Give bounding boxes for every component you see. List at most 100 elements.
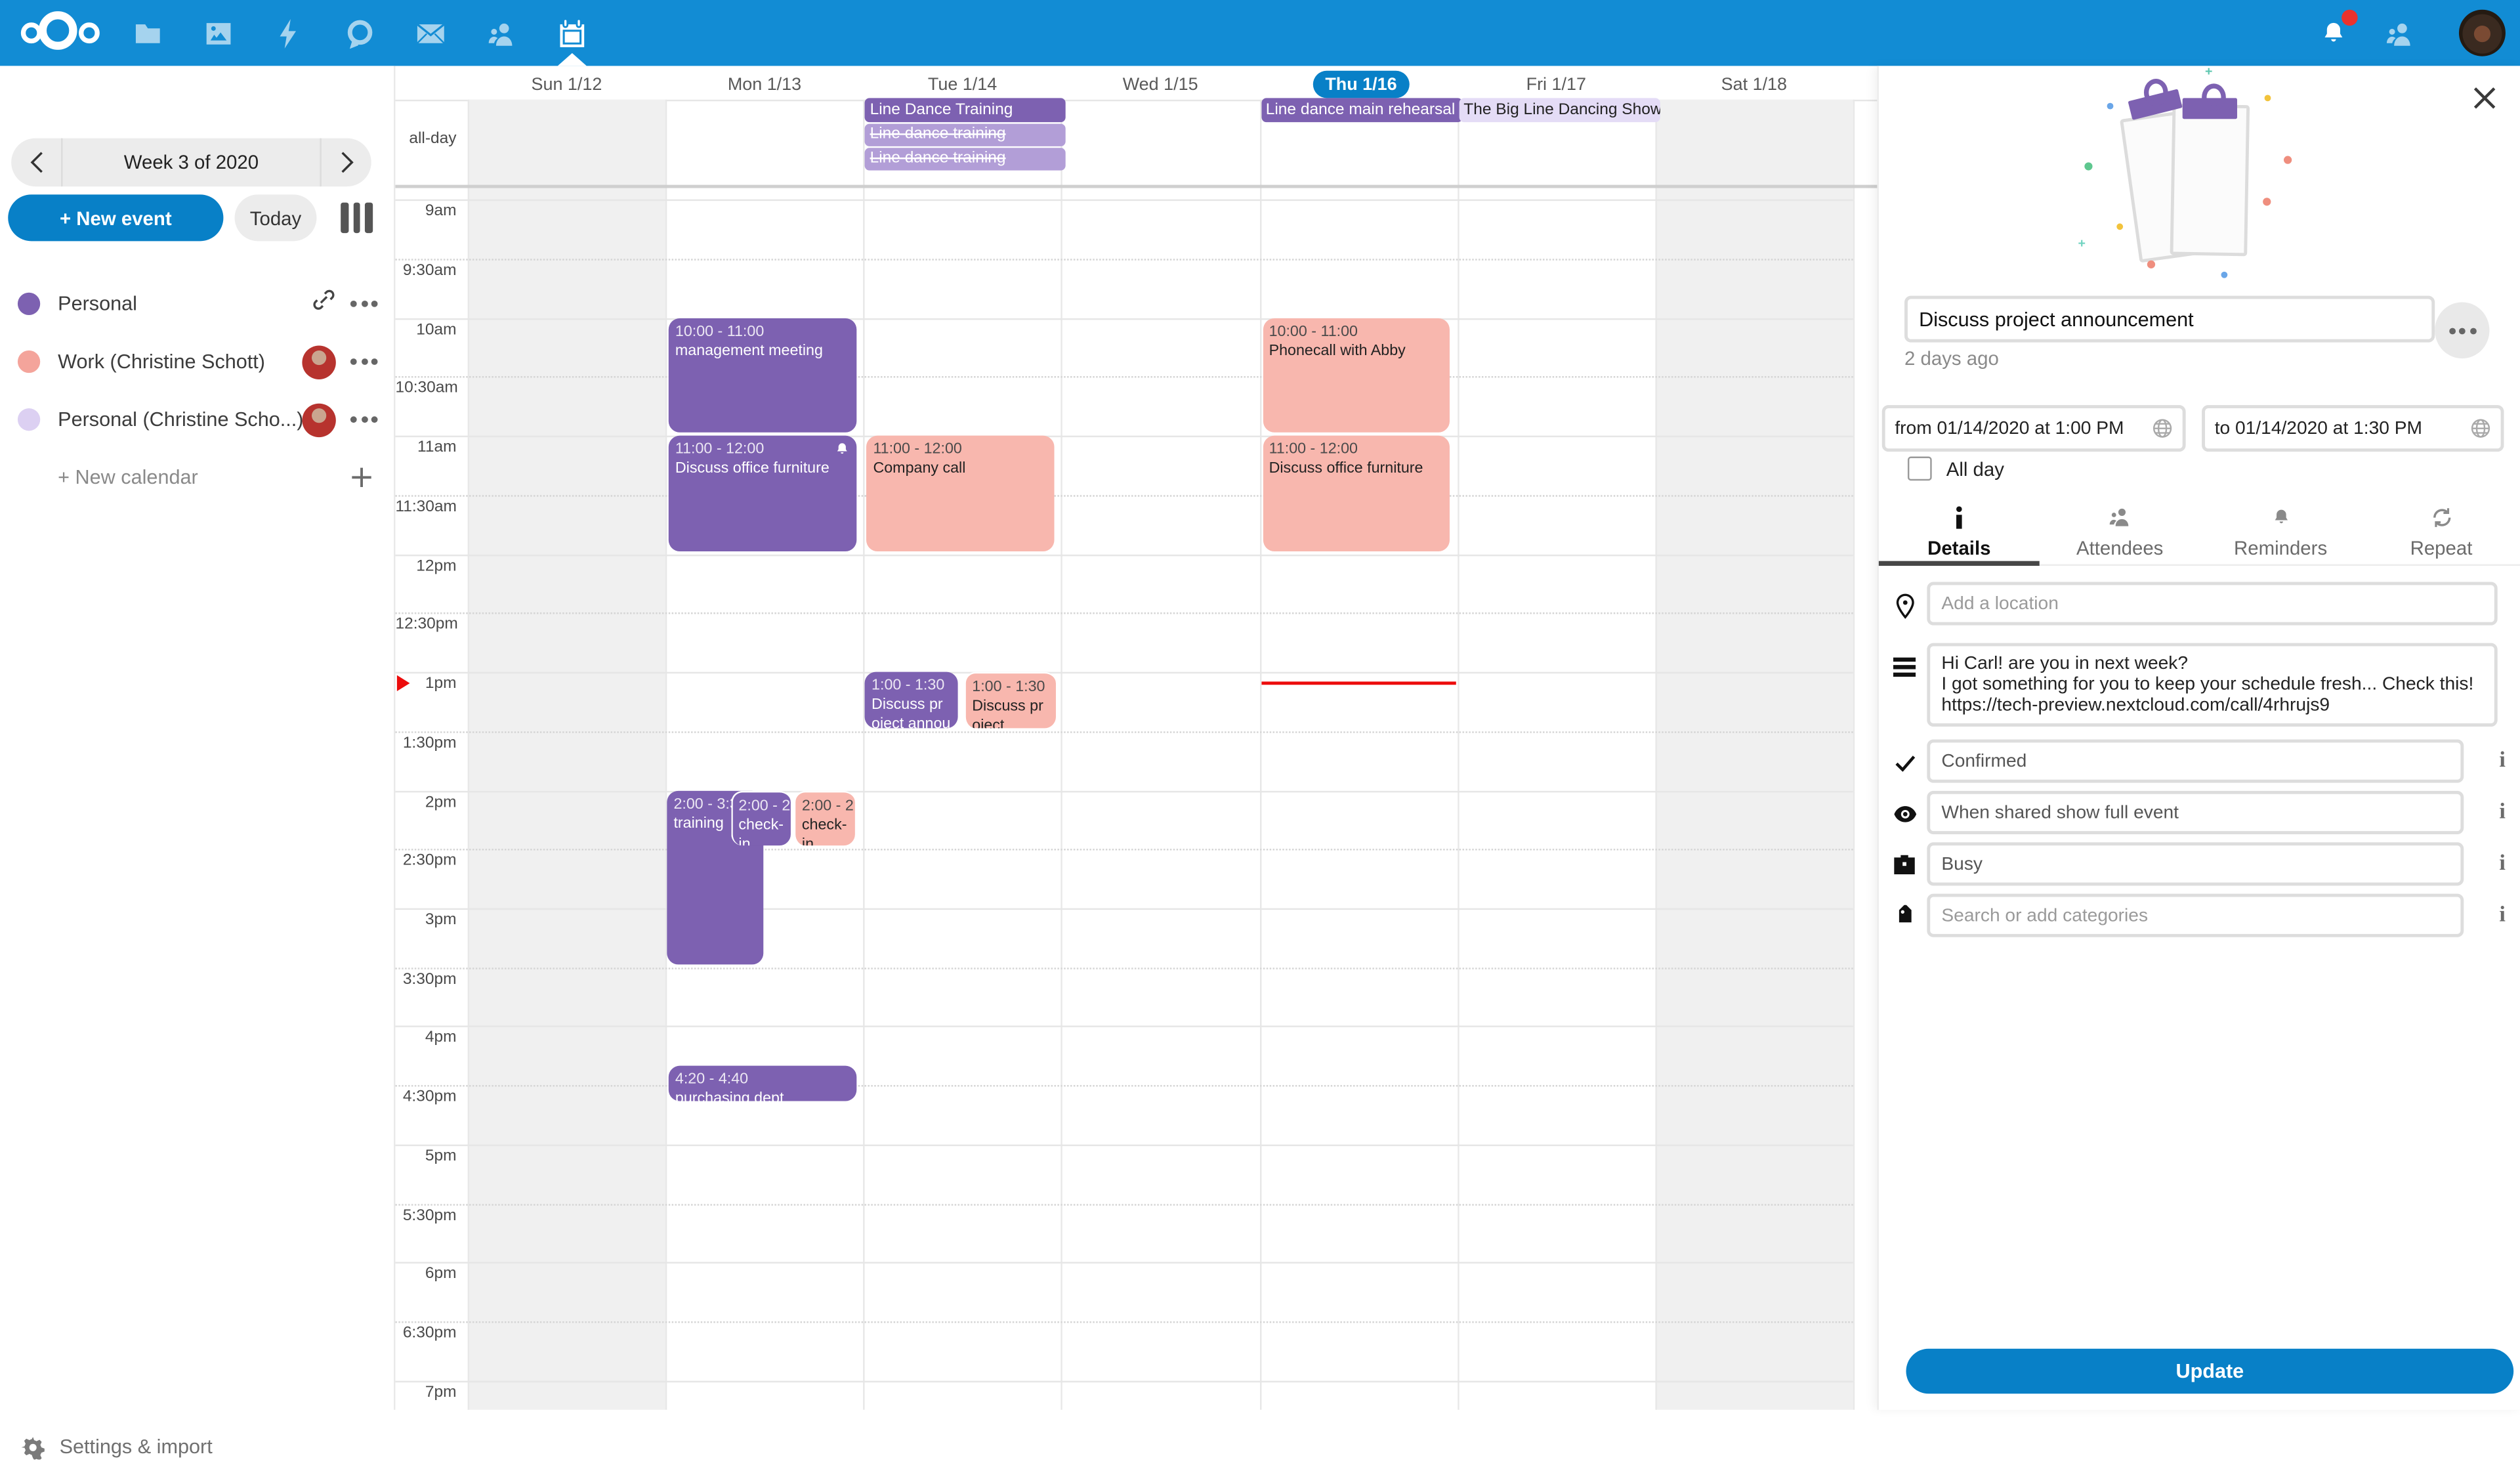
- all-day-event-chip[interactable]: Line dance training: [865, 148, 1066, 170]
- slot-line: [395, 495, 1853, 496]
- calendar-app-icon[interactable]: [551, 13, 593, 55]
- today-button[interactable]: Today: [235, 194, 317, 241]
- timezone-globe-icon[interactable]: [2470, 418, 2491, 439]
- user-avatar[interactable]: [2459, 10, 2506, 56]
- calendar-menu-icon[interactable]: [350, 416, 378, 423]
- column-border: [1457, 100, 1458, 1410]
- week-view-toggle-icon[interactable]: [341, 203, 373, 234]
- slot-line: [395, 613, 1853, 614]
- status-select[interactable]: Confirmed: [1927, 740, 2464, 783]
- day-header[interactable]: Wed 1/15: [1061, 71, 1259, 98]
- location-input[interactable]: Add a location: [1927, 582, 2497, 626]
- event-title-input[interactable]: [1904, 296, 2435, 343]
- event-modified-time: 2 days ago: [1904, 347, 1999, 370]
- day-header[interactable]: Tue 1/14: [864, 71, 1062, 98]
- event-actions-menu-button[interactable]: [2435, 302, 2489, 358]
- mail-app-icon[interactable]: [410, 13, 452, 55]
- slot-line: [395, 968, 1853, 969]
- calendar-event[interactable]: 11:00 - 12:00Discuss office furniture: [1263, 436, 1450, 551]
- calendar-event[interactable]: 1:00 - 1:30Discuss project: [964, 672, 1056, 728]
- event-title: Discuss office furniture: [675, 460, 830, 478]
- day-header[interactable]: Fri 1/17: [1457, 71, 1655, 98]
- all-day-checkbox[interactable]: All day: [1908, 457, 2004, 481]
- tab-reminders[interactable]: Reminders: [2200, 501, 2361, 564]
- contacts-menu-icon[interactable]: [2378, 13, 2420, 55]
- share-link-icon[interactable]: [312, 287, 336, 320]
- active-app-caret: [558, 53, 587, 66]
- plus-icon: [350, 465, 373, 488]
- time-gutter-label: 4pm: [395, 1030, 456, 1048]
- new-calendar-button[interactable]: + New calendar: [0, 455, 394, 498]
- info-icon[interactable]: i: [2499, 799, 2506, 825]
- info-icon[interactable]: i: [2499, 748, 2506, 774]
- files-app-icon[interactable]: [127, 13, 169, 55]
- settings-import-button[interactable]: Settings & import: [0, 1424, 394, 1469]
- close-icon[interactable]: [2470, 83, 2499, 112]
- categories-input[interactable]: Search or add categories: [1927, 894, 2464, 937]
- timezone-globe-icon[interactable]: [2152, 418, 2173, 439]
- next-week-button[interactable]: [322, 138, 371, 186]
- slot-line: [395, 1203, 1853, 1204]
- event-time: 4:20 - 4:40: [675, 1071, 850, 1090]
- visibility-select[interactable]: When shared show full event: [1927, 791, 2464, 834]
- previous-week-button[interactable]: [11, 138, 61, 186]
- calendar-event[interactable]: 10:00 - 11:00management meeting: [669, 318, 856, 433]
- sidebar: Week 3 of 2020 + New event Today Persona…: [0, 66, 394, 1409]
- calendar-menu-icon[interactable]: [350, 301, 378, 307]
- slot-line: [395, 731, 1853, 733]
- start-datetime-field[interactable]: from 01/14/2020 at 1:00 PM: [1882, 405, 2186, 452]
- divider: [395, 185, 1878, 188]
- calendar-event[interactable]: 4:20 - 4:40purchasing dept: [669, 1066, 856, 1102]
- all-day-event-chip[interactable]: The Big Line Dancing Show: [1459, 98, 1660, 122]
- week-label[interactable]: Week 3 of 2020: [63, 151, 320, 173]
- talk-app-icon[interactable]: [339, 13, 381, 55]
- photos-app-icon[interactable]: [198, 13, 240, 55]
- update-button[interactable]: Update: [1906, 1349, 2513, 1394]
- tab-label: Attendees: [2076, 537, 2163, 559]
- slot-line: [395, 436, 1853, 437]
- day-header[interactable]: Mon 1/13: [665, 71, 864, 98]
- nextcloud-logo-icon[interactable]: [21, 11, 95, 54]
- tab-attendees[interactable]: Attendees: [2040, 501, 2200, 564]
- show-as-select[interactable]: Busy: [1927, 842, 2464, 885]
- weekend-shading: [1655, 100, 1853, 1410]
- calendar-list-item[interactable]: Personal (Christine Scho...): [0, 397, 394, 442]
- slot-line: [395, 908, 1853, 910]
- notifications-bell-icon[interactable]: [2313, 13, 2355, 55]
- calendar-menu-icon[interactable]: [350, 358, 378, 365]
- all-day-event-chip[interactable]: Line dance main rehearsal: [1261, 98, 1461, 122]
- info-icon[interactable]: i: [2499, 903, 2506, 928]
- day-header[interactable]: Sun 1/12: [468, 71, 666, 98]
- tab-details[interactable]: Details: [1879, 501, 2040, 564]
- event-title: Discuss project announcement: [872, 696, 950, 728]
- checkbox-box[interactable]: [1908, 457, 1932, 481]
- repeat-icon: [2429, 506, 2454, 534]
- event-time: 1:00 - 1:30: [972, 679, 1049, 698]
- end-datetime-field[interactable]: to 01/14/2020 at 1:30 PM: [2202, 405, 2504, 452]
- calendar-event[interactable]: 2:00 - 2:30check-in: [730, 790, 791, 846]
- calendar-event[interactable]: 11:00 - 12:00Company call: [867, 436, 1054, 551]
- event-time: 10:00 - 11:00: [675, 323, 850, 342]
- location-input-row: Add a location: [1879, 582, 2520, 626]
- description-textarea[interactable]: Hi Carl! are you in next week? I got som…: [1927, 643, 2497, 727]
- activity-app-icon[interactable]: [268, 13, 310, 55]
- contacts-app-icon[interactable]: [480, 13, 522, 55]
- all-day-event-chip[interactable]: Line Dance Training: [865, 98, 1066, 122]
- calendar-event[interactable]: 10:00 - 11:00Phonecall with Abby: [1263, 318, 1450, 433]
- calendar-event[interactable]: 1:00 - 1:30Discuss project announcement: [865, 672, 957, 728]
- day-header-today[interactable]: Thu 1/16: [1312, 71, 1410, 98]
- column-border: [864, 100, 865, 1410]
- calendar-list-item[interactable]: Personal: [0, 282, 394, 327]
- slot-line: [395, 1380, 1853, 1382]
- calendar-name: Work (Christine Schott): [58, 351, 302, 373]
- calendar-event[interactable]: 2:00 - 2:30check-in: [794, 790, 854, 846]
- new-event-button[interactable]: + New event: [8, 194, 223, 241]
- tab-repeat[interactable]: Repeat: [2361, 501, 2520, 564]
- day-header[interactable]: Sat 1/18: [1655, 71, 1853, 98]
- pin-icon: [1891, 592, 1917, 626]
- all-day-event-chip[interactable]: Line dance training: [865, 124, 1066, 146]
- event-title: check-in: [802, 816, 847, 846]
- calendar-event[interactable]: 11:00 - 12:00Discuss office furniture: [669, 436, 856, 551]
- calendar-list-item[interactable]: Work (Christine Schott): [0, 339, 394, 385]
- info-icon[interactable]: i: [2499, 851, 2506, 877]
